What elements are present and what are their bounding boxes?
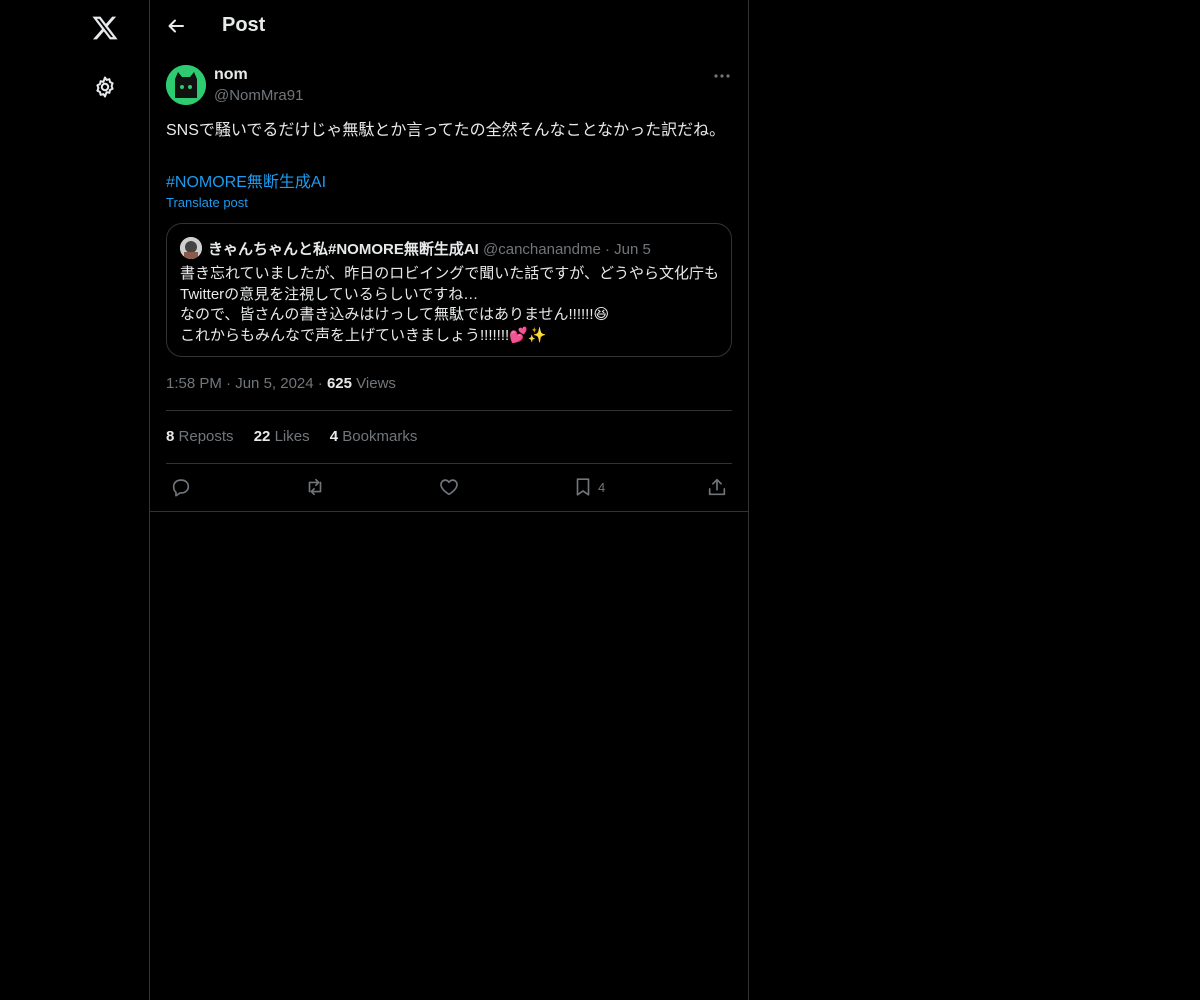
left-nav <box>0 0 150 1000</box>
avatar[interactable] <box>166 65 206 105</box>
post-text: SNSで騒いでるだけじゃ無駄とか言ってたの全然そんなことなかった訳だね。 <box>166 122 726 139</box>
author-handle[interactable]: @NomMra91 <box>214 87 303 104</box>
post-meta: 1:58 PM · Jun 5, 2024 · 625 Views <box>166 375 396 392</box>
header: Post <box>150 0 748 53</box>
bookmark-count: 4 <box>598 480 606 495</box>
quote-date: Jun 5 <box>614 241 651 258</box>
quote-avatar <box>180 237 202 259</box>
views-count: 625 <box>326 375 352 392</box>
quote-line: Twitterの意見を注視しているらしいですね… <box>180 285 479 303</box>
bookmarks-stat[interactable]: 4 Bookmarks <box>330 428 418 445</box>
quote-author-name: きゃんちゃんと私#NOMORE無断生成AI <box>208 241 479 258</box>
likes-stat[interactable]: 22 Likes <box>254 428 310 445</box>
quote-header: きゃんちゃんと私#NOMORE無断生成AI @canchanandme · Ju… <box>208 238 651 259</box>
quote-line: 書き忘れていましたが、昨日のロビイングで聞いた話ですが、どうやら文化庁も <box>180 265 719 282</box>
x-logo-icon[interactable] <box>91 14 119 42</box>
bookmark-icon[interactable] <box>572 476 594 498</box>
quote-separator: · <box>605 241 615 258</box>
heart-icon[interactable] <box>438 476 460 498</box>
main-column: Post nom @NomMra91 SNSで騒いでるだけじゃ無駄とか言ってたの… <box>150 0 749 1000</box>
engagement-stats: 8 Reposts 22 Likes 4 Bookmarks <box>166 428 433 445</box>
bookmarks-label: Bookmarks <box>342 428 418 445</box>
author-name[interactable]: nom <box>214 66 248 84</box>
likes-count: 22 <box>253 428 271 445</box>
more-dots-icon[interactable] <box>712 66 732 86</box>
post-bottom-border <box>150 511 748 512</box>
meta-separator: · <box>226 375 236 392</box>
reposts-count: 8 <box>166 428 175 445</box>
post-date[interactable]: Jun 5, 2024 <box>235 375 313 392</box>
bookmarks-count: 4 <box>329 428 339 445</box>
quoted-post[interactable]: きゃんちゃんと私#NOMORE無断生成AI @canchanandme · Ju… <box>166 223 732 357</box>
reposts-stat[interactable]: 8 Reposts <box>166 428 234 445</box>
reposts-label: Reposts <box>178 428 234 445</box>
divider <box>166 463 732 464</box>
views-label: Views <box>356 375 396 392</box>
quote-line: これからもみんなで声を上げていきましょう!!!!!!!💕✨ <box>180 326 547 344</box>
repost-icon[interactable] <box>304 476 326 498</box>
divider <box>166 410 732 411</box>
gear-icon[interactable] <box>93 75 117 99</box>
quote-text: 書き忘れていましたが、昨日のロビイングで聞いた話ですが、どうやら文化庁も Twi… <box>180 264 720 346</box>
likes-label: Likes <box>274 428 310 445</box>
post-time[interactable]: 1:58 PM <box>166 375 222 392</box>
quote-author-handle: @canchanandme <box>483 241 601 258</box>
translate-post-link[interactable]: Translate post <box>166 195 248 210</box>
quote-line: なので、皆さんの書き込みはけっして無駄ではありません!!!!!!😆 <box>180 306 610 323</box>
page-title: Post <box>222 14 266 36</box>
back-arrow-icon[interactable] <box>166 16 186 36</box>
hashtag-link[interactable]: #NOMORE無断生成AI <box>166 168 326 192</box>
meta-separator: · <box>317 375 327 392</box>
share-icon[interactable] <box>706 476 728 498</box>
reply-icon[interactable] <box>170 476 192 498</box>
